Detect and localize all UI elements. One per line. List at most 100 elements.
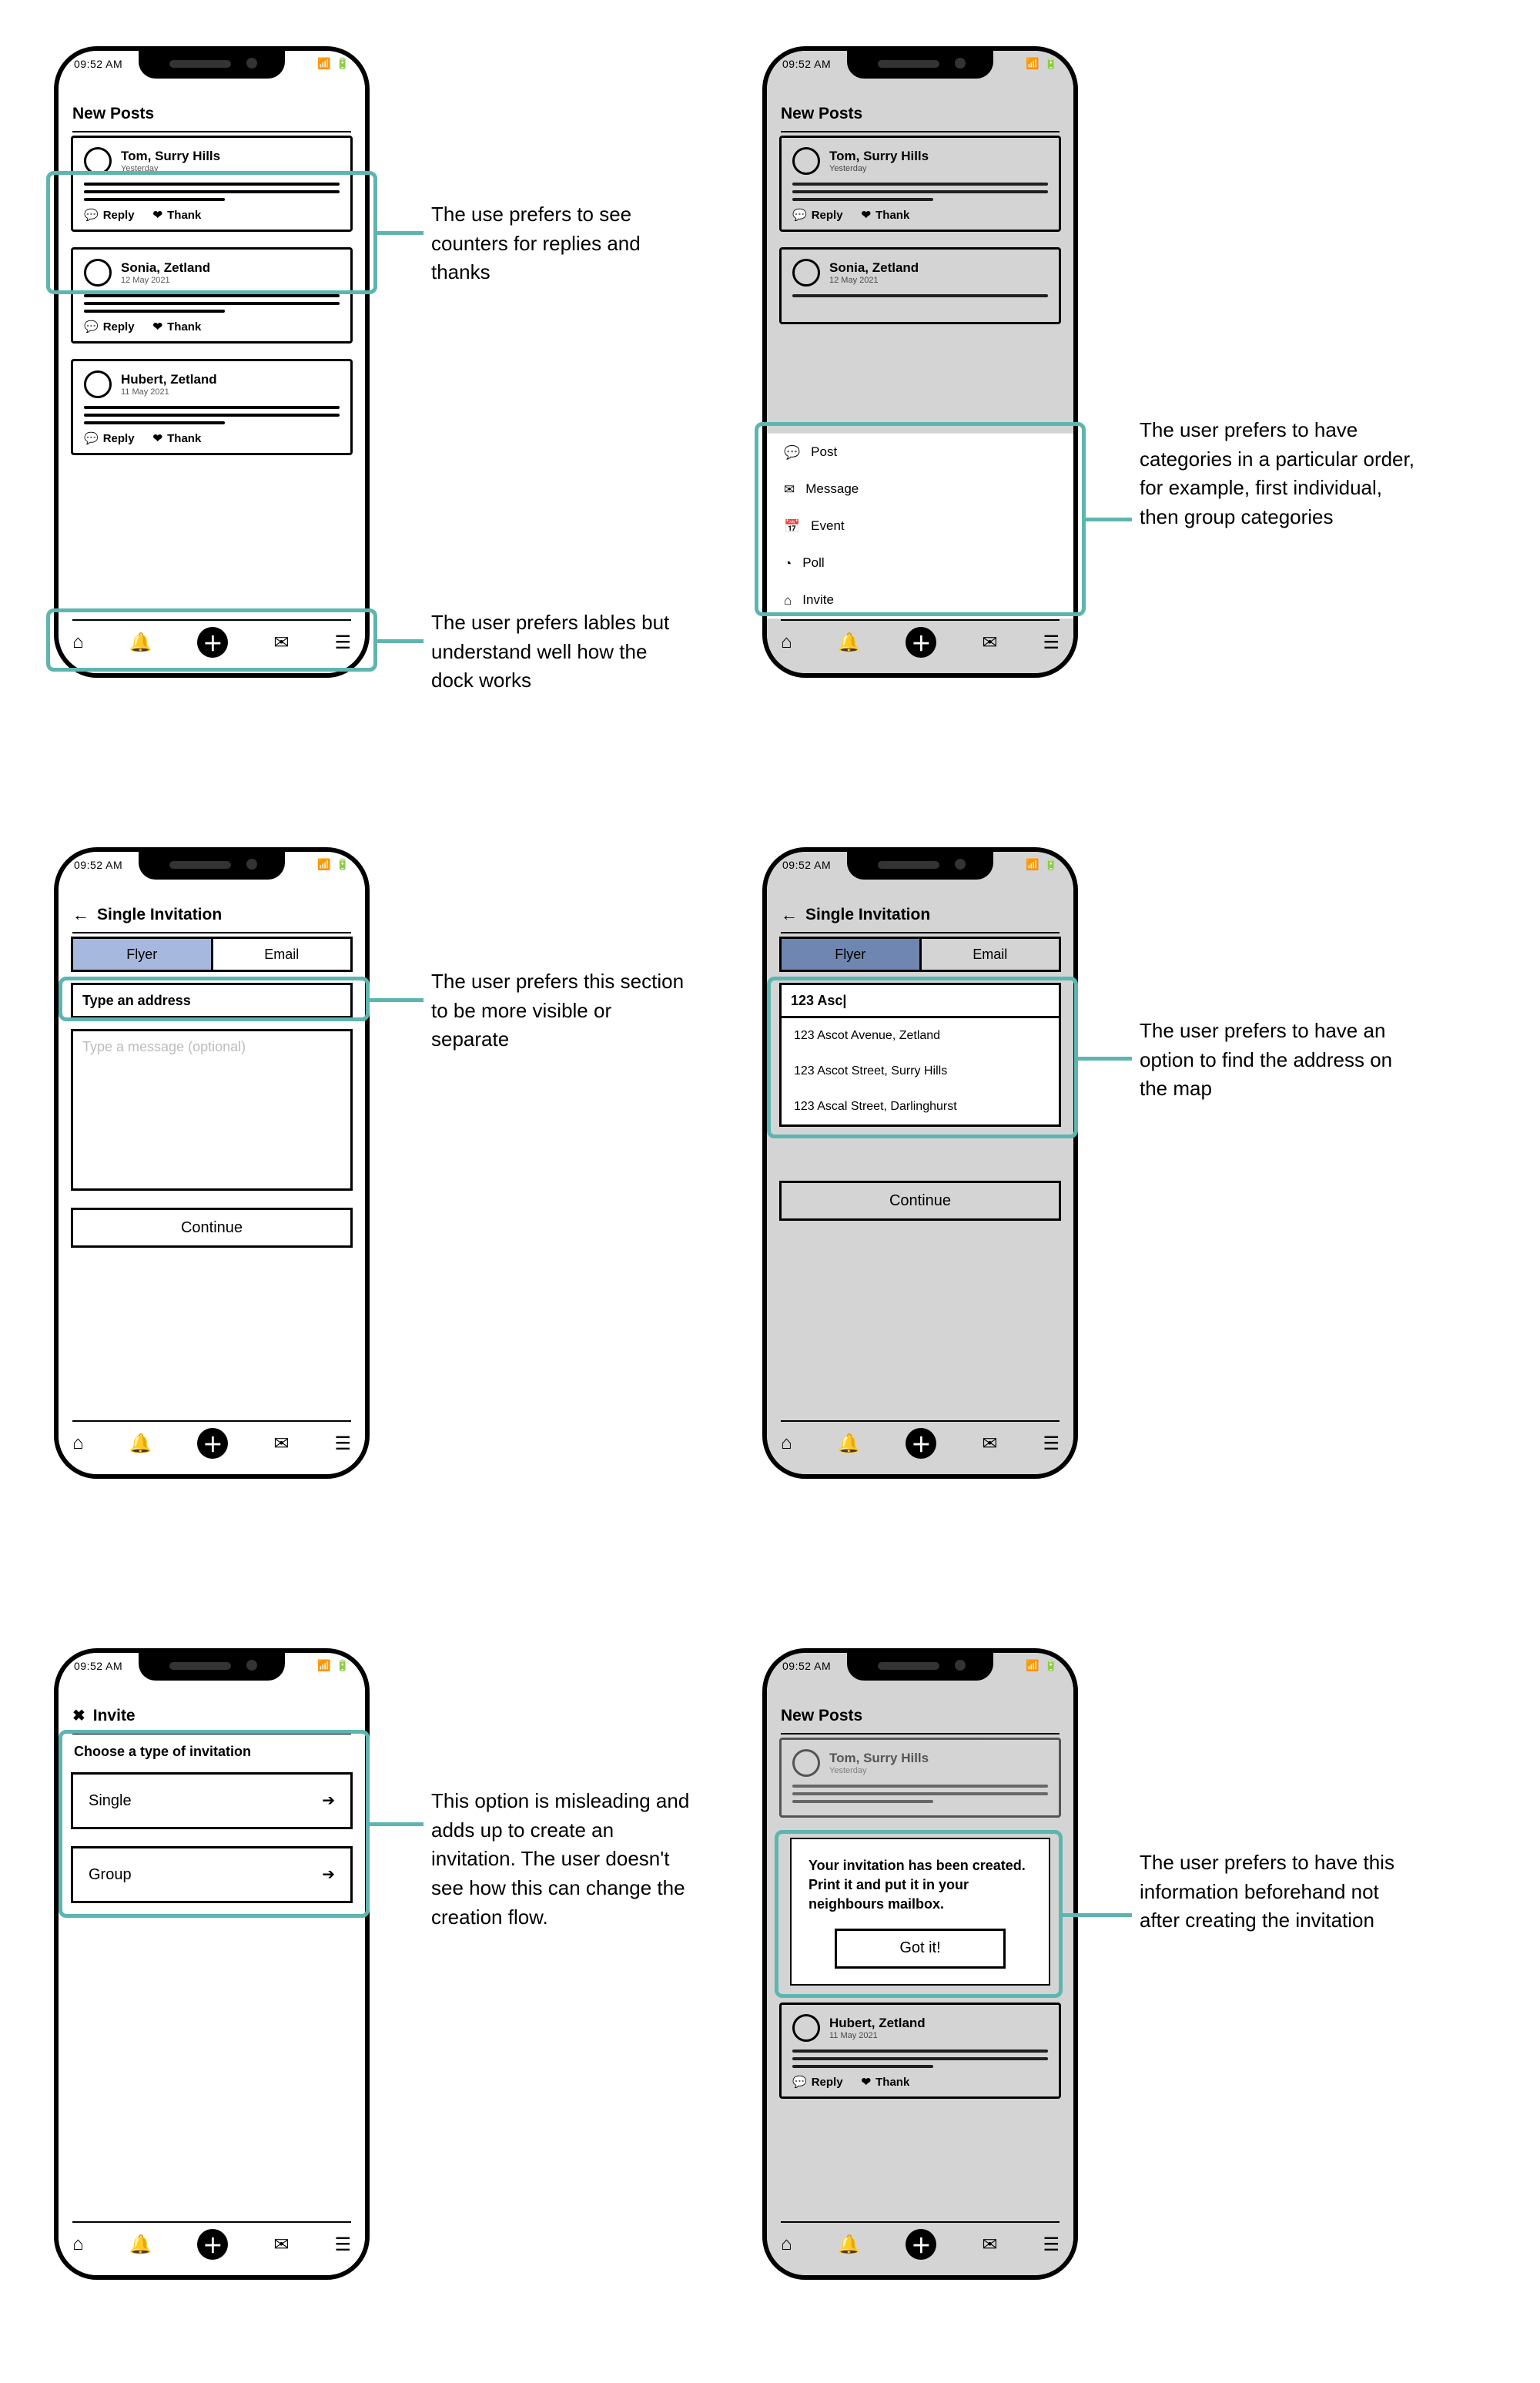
thank-button[interactable]: ❤Thank	[153, 320, 202, 333]
bell-icon[interactable]: 🔔	[837, 632, 860, 654]
add-icon[interactable]: ＋	[906, 2229, 936, 2260]
mail-icon[interactable]: ✉	[982, 1433, 997, 1455]
add-icon[interactable]: ＋	[906, 627, 936, 658]
tab-email[interactable]: Email	[213, 939, 351, 970]
message-icon: ✉	[784, 483, 795, 496]
invite-type-group[interactable]: Group➔	[71, 1846, 353, 1903]
menu-item-post[interactable]: 💬Post	[767, 434, 1073, 471]
suggestion-item[interactable]: 123 Ascot Avenue, Zetland	[782, 1018, 1059, 1054]
wireframe-screen-invite-type: 09:52 AM📶🔋 ✖Invite Choose a type of invi…	[54, 1648, 370, 2280]
address-suggestions: 123 Ascot Avenue, Zetland 123 Ascot Stre…	[779, 1018, 1061, 1127]
annotation: The user prefers lables but understand w…	[431, 608, 693, 695]
mail-icon[interactable]: ✉	[982, 632, 997, 654]
home-icon[interactable]: ⌂	[781, 1433, 792, 1454]
compose-action-sheet: 💬Post ✉Message 📅Event ◔Poll ⌂Invite	[767, 433, 1073, 619]
invite-type-single[interactable]: Single➔	[71, 1772, 353, 1829]
suggestion-item[interactable]: 123 Ascal Street, Darlinghurst	[782, 1089, 1059, 1124]
mail-icon[interactable]: ✉	[273, 1433, 289, 1455]
tab-flyer[interactable]: Flyer	[73, 939, 211, 970]
bottom-dock: ⌂ 🔔 ＋ ✉ ☰	[72, 619, 351, 659]
annotation: The use prefers to see counters for repl…	[431, 200, 693, 287]
address-input[interactable]: 123 Asc|	[779, 983, 1061, 1018]
home-icon[interactable]: ⌂	[781, 632, 792, 653]
wireframe-screen-compose-menu: 09:52 AM📶🔋 New Posts Tom, Surry HillsYes…	[762, 46, 1078, 678]
post-card[interactable]: Hubert, Zetland 11 May 2021 💬Reply ❤Than…	[71, 359, 353, 455]
annotation: The user prefers this section to be more…	[431, 967, 693, 1054]
post-date: Yesterday	[121, 164, 220, 173]
add-icon[interactable]: ＋	[197, 2229, 228, 2260]
post-card[interactable]: Tom, Surry Hills Yesterday 💬Reply ❤Thank	[71, 136, 353, 232]
invite-type-prompt: Choose a type of invitation	[74, 1744, 350, 1760]
post-card: Hubert, Zetland11 May 2021 💬Reply ❤Thank	[779, 2003, 1061, 2099]
message-input[interactable]: Type a message (optional)	[71, 1029, 353, 1191]
menu-icon[interactable]: ☰	[334, 632, 351, 654]
add-icon[interactable]: ＋	[197, 1428, 228, 1459]
menu-icon[interactable]: ☰	[1043, 1433, 1060, 1455]
bell-icon[interactable]: 🔔	[837, 2234, 860, 2256]
annotation: The user prefers to have an option to fi…	[1140, 1017, 1417, 1104]
reply-button[interactable]: 💬Reply	[84, 320, 135, 333]
avatar	[84, 259, 112, 287]
menu-item-message[interactable]: ✉Message	[767, 471, 1073, 508]
add-icon[interactable]: ＋	[906, 1428, 936, 1459]
reply-button[interactable]: 💬Reply	[84, 209, 135, 222]
confirmation-modal: Your invitation has been created. Print …	[790, 1838, 1050, 1986]
annotation: This option is misleading and adds up to…	[431, 1787, 693, 1932]
wireframe-screen-invite-autocomplete: 09:52 AM📶🔋 ←Single Invitation Flyer Emai…	[762, 847, 1078, 1479]
page-title: New Posts	[72, 97, 351, 132]
menu-icon[interactable]: ☰	[334, 1433, 351, 1455]
back-icon[interactable]: ←	[72, 907, 89, 923]
wireframe-screen-confirmation: 09:52 AM📶🔋 New Posts Tom, Surry HillsYes…	[762, 1648, 1078, 2280]
post-icon: 💬	[784, 446, 800, 459]
bell-icon[interactable]: 🔔	[129, 632, 152, 654]
menu-item-event[interactable]: 📅Event	[767, 508, 1073, 545]
address-input[interactable]: Type an address	[71, 983, 353, 1018]
tab-email[interactable]: Email	[922, 939, 1060, 970]
avatar	[84, 147, 112, 175]
avatar	[84, 370, 112, 398]
home-icon[interactable]: ⌂	[72, 632, 84, 653]
post-author: Tom, Surry Hills	[121, 149, 220, 164]
invite-icon: ⌂	[784, 594, 792, 607]
thank-button[interactable]: ❤Thank	[153, 432, 202, 445]
mail-icon[interactable]: ✉	[273, 2234, 289, 2256]
menu-item-poll[interactable]: ◔Poll	[767, 545, 1073, 582]
continue-button[interactable]: Continue	[779, 1181, 1061, 1221]
post-card[interactable]: Sonia, Zetland 12 May 2021 💬Reply ❤Thank	[71, 247, 353, 344]
post-card: Tom, Surry HillsYesterday 💬Reply ❤Thank	[779, 136, 1061, 232]
post-card: Tom, Surry HillsYesterday	[779, 1738, 1061, 1818]
menu-icon[interactable]: ☰	[334, 2234, 351, 2256]
arrow-right-icon: ➔	[322, 1867, 335, 1882]
bell-icon[interactable]: 🔔	[129, 2234, 152, 2256]
home-icon[interactable]: ⌂	[781, 2234, 792, 2255]
wireframe-screen-invite-form: 09:52 AM📶🔋 ←Single Invitation Flyer Emai…	[54, 847, 370, 1479]
arrow-right-icon: ➔	[322, 1793, 335, 1808]
thank-button[interactable]: ❤Thank	[153, 209, 202, 222]
menu-icon[interactable]: ☰	[1043, 632, 1060, 654]
modal-text: Your invitation has been created. Print …	[808, 1856, 1032, 1915]
tab-flyer[interactable]: Flyer	[782, 939, 919, 970]
modal-ok-button[interactable]: Got it!	[835, 1929, 1006, 1969]
continue-button[interactable]: Continue	[71, 1208, 353, 1248]
wireframe-screen-new-posts: 09:52 AM 📶🔋 New Posts Tom, Surry Hills Y…	[54, 46, 370, 678]
home-icon[interactable]: ⌂	[72, 2234, 84, 2255]
home-icon[interactable]: ⌂	[72, 1433, 84, 1454]
annotation: The user prefers to have categories in a…	[1140, 416, 1417, 532]
add-icon[interactable]: ＋	[197, 627, 228, 658]
calendar-icon: 📅	[784, 520, 800, 533]
annotation: The user prefers to have this informatio…	[1140, 1848, 1417, 1936]
close-icon[interactable]: ✖	[72, 1708, 85, 1724]
bell-icon[interactable]: 🔔	[129, 1433, 152, 1455]
reply-button[interactable]: 💬Reply	[84, 432, 135, 445]
menu-icon[interactable]: ☰	[1043, 2234, 1060, 2256]
status-time: 09:52 AM	[74, 58, 122, 70]
bell-icon[interactable]: 🔔	[837, 1433, 860, 1455]
post-card: Sonia, Zetland12 May 2021	[779, 247, 1061, 324]
mail-icon[interactable]: ✉	[982, 2234, 997, 2256]
menu-item-invite[interactable]: ⌂Invite	[767, 582, 1073, 618]
suggestion-item[interactable]: 123 Ascot Street, Surry Hills	[782, 1054, 1059, 1089]
mail-icon[interactable]: ✉	[273, 632, 289, 654]
invite-mode-tabs: Flyer Email	[71, 937, 353, 972]
back-icon[interactable]: ←	[781, 907, 798, 923]
poll-icon: ◔	[784, 557, 792, 570]
